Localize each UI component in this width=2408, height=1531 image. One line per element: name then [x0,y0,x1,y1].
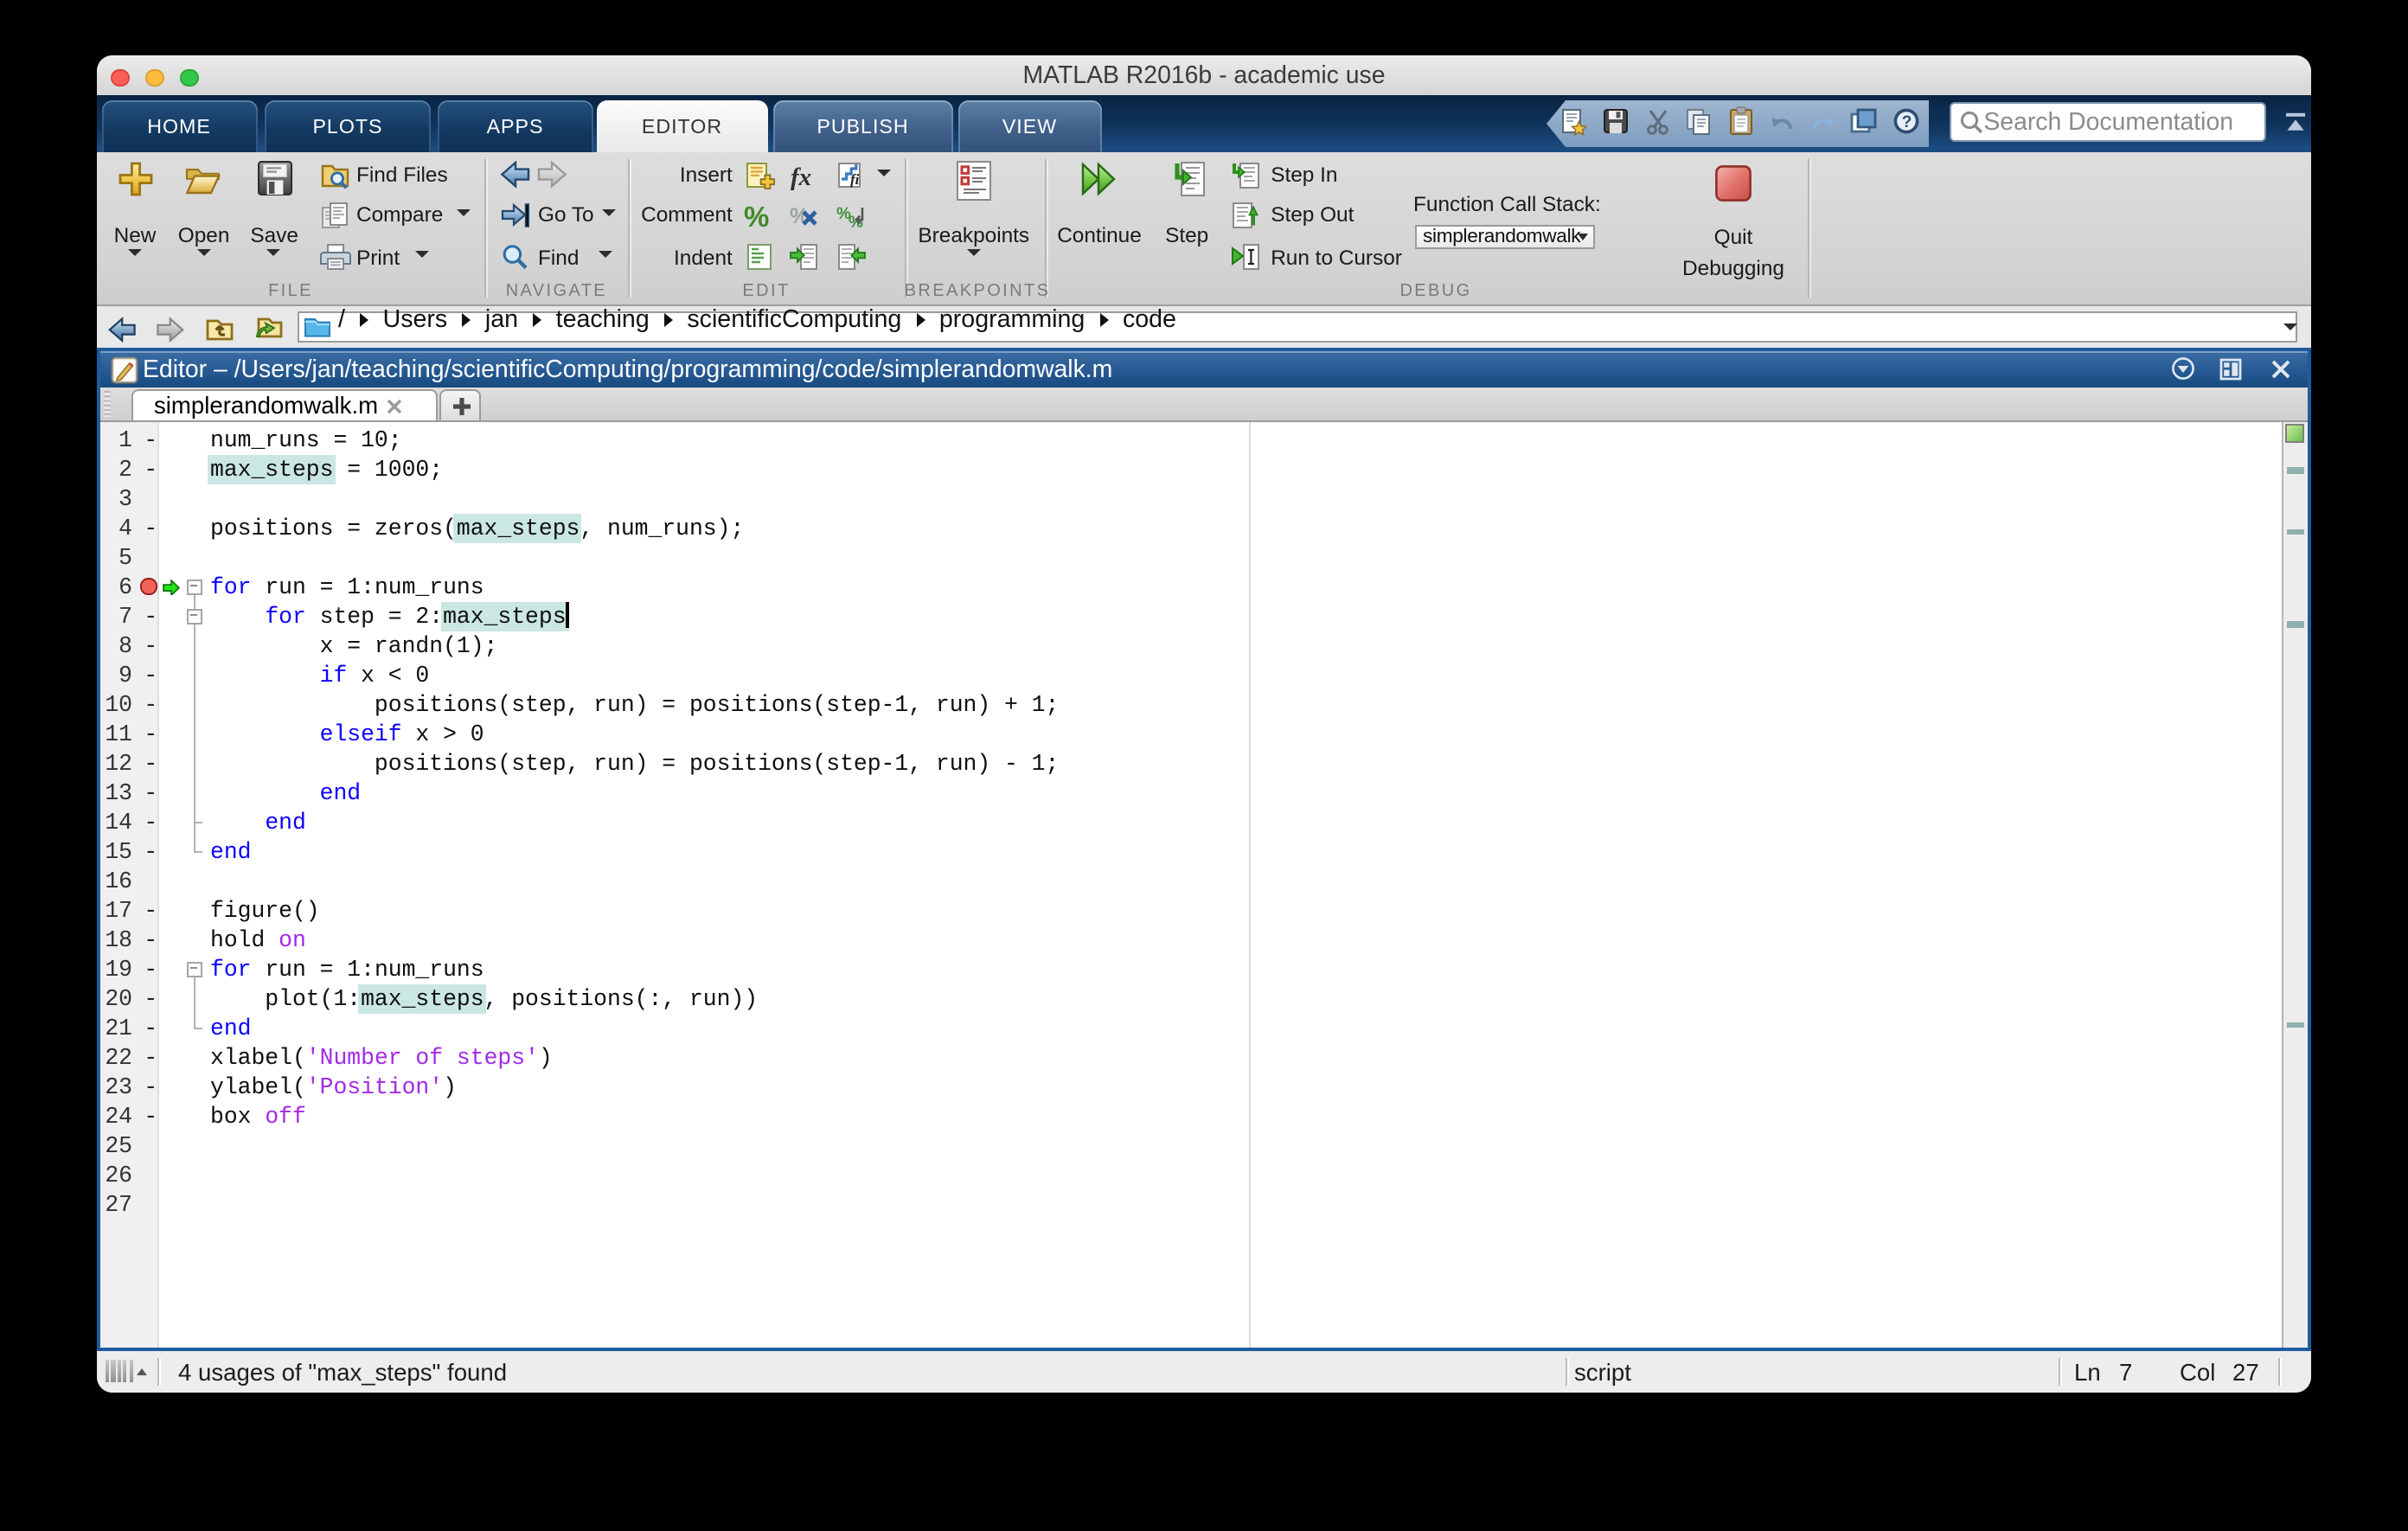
svg-text:%: % [848,214,862,230]
svg-text:fi: fi [849,170,859,187]
svg-text:%: % [744,201,769,230]
svg-text:fx: fx [791,163,811,189]
svg-text:?: ? [1901,112,1912,131]
